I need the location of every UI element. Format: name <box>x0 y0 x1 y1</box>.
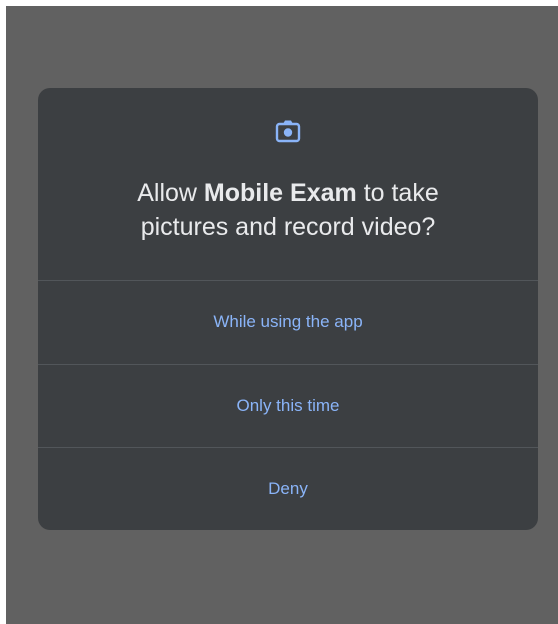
while-using-app-button[interactable]: While using the app <box>38 281 538 363</box>
only-this-time-button[interactable]: Only this time <box>38 365 538 447</box>
title-line2: pictures and record video? <box>140 213 436 241</box>
dialog-title: Allow Mobile Exam to take pictures and r… <box>58 176 518 244</box>
app-name: Mobile Exam <box>203 179 357 207</box>
deny-button[interactable]: Deny <box>38 448 538 530</box>
camera-icon <box>275 120 301 143</box>
title-line1-suffix: to take <box>356 179 439 207</box>
permission-dialog: Allow Mobile Exam to take pictures and r… <box>38 88 538 530</box>
screen-scrim: Allow Mobile Exam to take pictures and r… <box>6 6 558 624</box>
title-prefix: Allow <box>137 179 204 207</box>
